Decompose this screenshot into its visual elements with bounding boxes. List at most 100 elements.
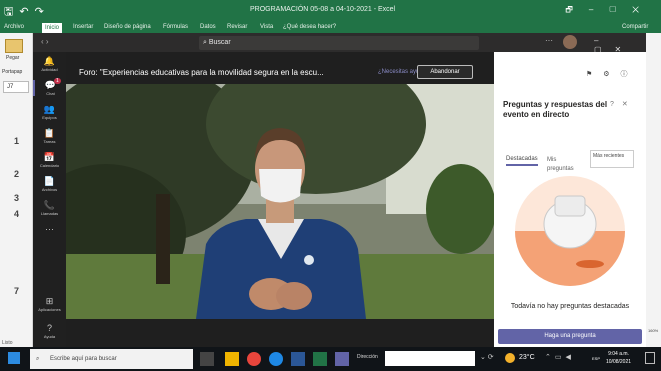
excel-window-title: PROGRAMACIÓN 05-08 a 04-10-2021 - Excel (250, 6, 396, 13)
apps-icon: ⊞ (45, 296, 54, 306)
tab-vista[interactable]: Vista (260, 24, 273, 30)
rail-item-archivos[interactable]: 📄 Archivos (33, 176, 66, 192)
rail-item-actividad[interactable]: 🔔 Actividad (33, 56, 66, 72)
teams-window: ‹ › ⌕ Buscar ··· –▢✕ 🔔 Actividad 💬 Chat 1 👥 Eq… (33, 33, 646, 347)
excel-ribbon-tabs: Archivo Inicio Insertar Diseño de página… (0, 22, 661, 33)
row-number: 2 (13, 169, 19, 179)
excel-status: Listo (2, 340, 13, 346)
calls-icon: 📞 (43, 200, 56, 210)
chat-icon: 💬 (44, 80, 57, 90)
rail-item-aplicaciones[interactable]: ⊞ Aplicaciones (33, 296, 66, 312)
weather-temp[interactable]: 23°C (519, 354, 535, 361)
tab-formulas[interactable]: Fórmulas (163, 24, 188, 30)
file-explorer-icon[interactable] (225, 352, 239, 366)
rail-item-calendario[interactable]: 📅 Calendario (33, 152, 66, 168)
rail-item-llamadas[interactable]: 📞 Llamadas (33, 200, 66, 216)
rail-item-label: Ayuda (43, 334, 56, 339)
address-dropdown-icon[interactable]: ⌄ ⟳ (480, 353, 494, 361)
tab-revisar[interactable]: Revisar (227, 24, 247, 30)
tab-mis-preguntas[interactable]: Mis preguntas (547, 156, 581, 174)
name-box[interactable]: J7 (3, 81, 29, 93)
sort-dropdown[interactable]: Más recientes (590, 150, 634, 168)
paste-icon[interactable] (5, 39, 23, 53)
rail-item-label: Equipos (42, 115, 57, 120)
ask-question-button[interactable]: Haga una pregunta (498, 329, 642, 344)
tab-datos[interactable]: Datos (200, 24, 216, 30)
rail-item-more[interactable]: ··· (33, 224, 66, 234)
rail-item-ayuda[interactable]: ? Ayuda (33, 323, 66, 339)
tab-insertar[interactable]: Insertar (73, 24, 93, 30)
rail-item-label: Tareas (43, 139, 56, 144)
qa-panel: ⚑⚙ⓘ Preguntas y respuestas del evento en… (494, 52, 646, 347)
panel-header-icons[interactable]: ⚑⚙ⓘ (586, 69, 639, 79)
bell-icon: 🔔 (43, 56, 56, 66)
meeting-title: Foro: "Experiencias educativas para la m… (79, 68, 324, 77)
tab-archivo[interactable]: Archivo (4, 24, 24, 30)
help-icon: ? (46, 323, 52, 333)
rail-item-label: Aplicaciones (38, 307, 61, 312)
clock[interactable]: 9:04 a.m. 10/08/2021 (606, 350, 631, 366)
rail-item-label: Llamadas (40, 211, 59, 216)
clock-date: 10/08/2021 (606, 359, 632, 365)
more-options-icon[interactable]: ··· (545, 36, 553, 45)
video-bottom-bar (66, 319, 494, 347)
tasks-icon: 📋 (43, 128, 56, 138)
rail-item-equipos[interactable]: 👥 Equipos (33, 104, 66, 120)
search-icon: ⌕ (203, 39, 207, 46)
share-button[interactable]: Compartir (622, 24, 648, 30)
clock-time: 9:04 a.m. (608, 351, 629, 357)
tab-diseno[interactable]: Diseño de página (104, 24, 151, 30)
search-placeholder: Buscar (208, 39, 231, 46)
language-indicator[interactable]: ESP (592, 356, 600, 361)
weather-icon (505, 353, 515, 363)
word-icon[interactable] (291, 352, 305, 366)
excel-icon[interactable] (313, 352, 327, 366)
qa-heading: Preguntas y respuestas del evento en dir… (503, 100, 608, 119)
row-number: 7 (13, 286, 19, 296)
video-frame (66, 84, 494, 319)
notifications-icon[interactable] (645, 352, 655, 364)
paste-label: Pegar (6, 55, 20, 61)
taskbar-search-input[interactable]: ⌕ Escribe aquí para buscar (30, 349, 193, 369)
teams-icon[interactable] (335, 352, 349, 366)
chrome-icon[interactable] (247, 352, 261, 366)
nav-arrows[interactable]: ‹ › (41, 37, 49, 46)
more-icon: ··· (45, 224, 54, 234)
rail-item-chat[interactable]: 💬 Chat 1 (33, 78, 66, 96)
files-icon: 📄 (43, 176, 56, 186)
zoom-level: 160% (648, 328, 659, 333)
tray-icons[interactable]: ⌃▭◀ (545, 353, 575, 361)
task-view-icon[interactable] (200, 352, 214, 366)
empty-state-illustration (515, 176, 625, 286)
windows-start-icon[interactable] (8, 352, 20, 364)
row-number: 3 (13, 193, 19, 203)
clipboard-label: Portapap (2, 69, 23, 75)
rail-item-label: Chat (46, 91, 55, 96)
search-input[interactable]: ⌕ Buscar (199, 36, 479, 50)
taskbar-search-placeholder: Escribe aquí para buscar (50, 356, 117, 362)
rail-item-label: Archivos (41, 187, 58, 192)
leave-button[interactable]: Abandonar (417, 65, 473, 79)
windows-taskbar: ⌕ Escribe aquí para buscar Dirección ⌄ ⟳… (0, 347, 661, 371)
address-input[interactable] (385, 351, 475, 366)
tab-destacadas[interactable]: Destacadas (506, 156, 538, 166)
excel-right-strip: 160% (646, 33, 661, 347)
row-number: 4 (13, 209, 19, 219)
excel-left-strip: Pegar Portapap J7 1 2 3 4 7 (0, 33, 33, 347)
tab-inicio[interactable]: Inicio (42, 23, 63, 33)
search-icon: ⌕ (36, 356, 40, 362)
empty-message: Todavía no hay preguntas destacadas (510, 303, 630, 310)
calendar-icon: 📅 (43, 152, 56, 162)
window-controls[interactable]: 🗗–▢✕ (565, 4, 655, 18)
rail-item-label: Actividad (41, 67, 58, 72)
unread-badge: 1 (54, 78, 61, 84)
tell-me-box[interactable]: ¿Qué desea hacer? (283, 24, 336, 30)
teams-top-bar: ‹ › ⌕ Buscar ··· –▢✕ (33, 33, 646, 54)
quick-access-toolbar[interactable]: 🖫↶↷ (4, 3, 50, 22)
avatar[interactable] (563, 35, 577, 49)
rail-item-tareas[interactable]: 📋 Tareas (33, 128, 66, 144)
edge-icon[interactable] (269, 352, 283, 366)
panel-help-close[interactable]: ?✕ (610, 100, 636, 108)
row-number: 1 (13, 136, 19, 146)
excel-title-bar: 🖫↶↷ PROGRAMACIÓN 05-08 a 04-10-2021 - Ex… (0, 0, 661, 22)
